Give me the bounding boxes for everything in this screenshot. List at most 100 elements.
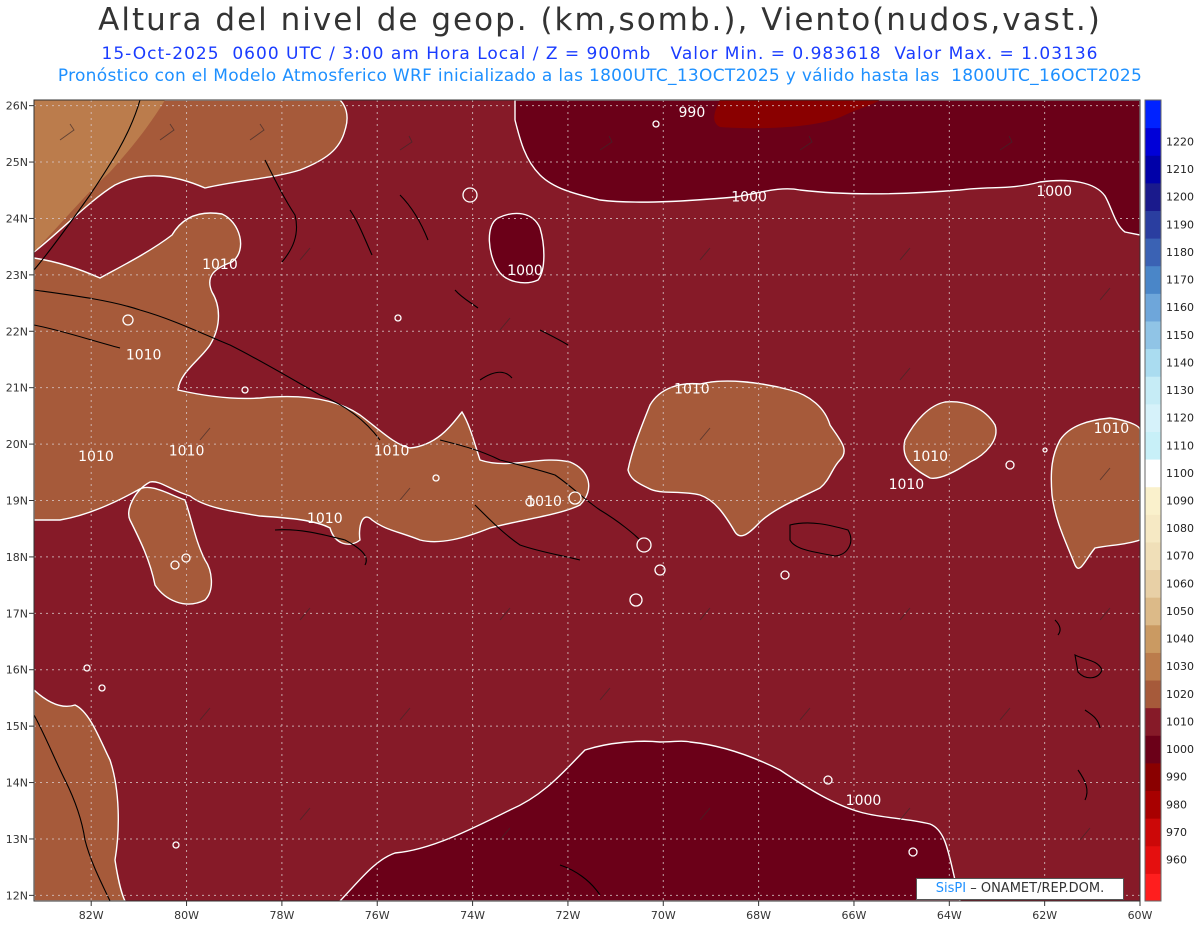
lat-tick-label: 20N xyxy=(6,438,28,451)
lon-tick-label: 74W xyxy=(460,909,485,922)
colorbar-label: 1140 xyxy=(1166,356,1194,369)
colorbar-label: 1110 xyxy=(1166,439,1194,452)
lat-tick-label: 25N xyxy=(6,156,28,169)
colorbar-label: 1210 xyxy=(1166,163,1194,176)
lon-tick-label: 82W xyxy=(79,909,104,922)
colorbar-swatch xyxy=(1145,597,1161,626)
contour-label: 1010 xyxy=(126,347,162,363)
colorbar-label: 1180 xyxy=(1166,246,1194,259)
colorbar-swatch xyxy=(1145,514,1161,543)
contour-label: 1000 xyxy=(846,793,882,809)
credit-text: – ONAMET/REP.DOM. xyxy=(966,881,1105,896)
colorbar-swatch xyxy=(1145,238,1161,267)
colorbar-swatch xyxy=(1145,459,1161,488)
colorbar-swatch xyxy=(1145,680,1161,709)
lat-tick-label: 16N xyxy=(6,664,28,677)
colorbar-swatch xyxy=(1145,873,1161,902)
colorbar-swatch xyxy=(1145,155,1161,184)
colorbar-swatch xyxy=(1145,845,1161,874)
colorbar-label: 1130 xyxy=(1166,384,1194,397)
colorbar-label: 1050 xyxy=(1166,605,1194,618)
lat-tick-label: 24N xyxy=(6,212,28,225)
lat-tick-label: 14N xyxy=(6,777,28,790)
lat-tick-label: 21N xyxy=(6,382,28,395)
colorbar-label: 1010 xyxy=(1166,715,1194,728)
colorbar-label: 1080 xyxy=(1166,522,1194,535)
colorbar-swatch xyxy=(1145,818,1161,847)
colorbar-swatch xyxy=(1145,403,1161,432)
latitude-axis: 26N 25N 24N 23N 22N 21N 20N 19N 18N 17N 16N 15N 14N 1… xyxy=(6,100,34,902)
lon-tick-label: 72W xyxy=(555,909,580,922)
colorbar-label: 990 xyxy=(1166,771,1187,784)
contour-label: 1010 xyxy=(374,443,410,459)
lon-tick-label: 80W xyxy=(174,909,199,922)
colorbar-swatch xyxy=(1145,182,1161,211)
colorbar-label: 980 xyxy=(1166,798,1187,811)
colorbar-swatch xyxy=(1145,127,1161,156)
colorbar-swatch xyxy=(1145,376,1161,405)
colorbar-swatch xyxy=(1145,100,1161,129)
colorbar-label: 1020 xyxy=(1166,688,1194,701)
colorbar-swatch xyxy=(1145,735,1161,764)
contour-label: 1000 xyxy=(507,263,543,279)
lat-tick-label: 12N xyxy=(6,889,28,902)
colorbar-swatch xyxy=(1145,624,1161,653)
contour-label: 1010 xyxy=(78,449,114,465)
contour-label: 1010 xyxy=(674,381,710,397)
lon-tick-label: 60W xyxy=(1128,909,1153,922)
lon-tick-label: 68W xyxy=(746,909,771,922)
contour-label: 1010 xyxy=(889,477,925,493)
colorbar-label: 1190 xyxy=(1166,218,1194,231)
colorbar-swatch xyxy=(1145,486,1161,515)
colorbar-label: 1200 xyxy=(1166,191,1194,204)
colorbar-swatch xyxy=(1145,293,1161,322)
contour-label: 1010 xyxy=(202,257,238,273)
colorbar-label: 1220 xyxy=(1166,135,1194,148)
lat-tick-label: 15N xyxy=(6,720,28,733)
lat-tick-label: 17N xyxy=(6,607,28,620)
colorbar-label: 1030 xyxy=(1166,660,1194,673)
colorbar-swatch xyxy=(1145,348,1161,377)
longitude-axis: 82W 80W 78W 76W 74W 72W 70W 68W 66W 64W 62W 60W xyxy=(79,901,1153,922)
colorbar-label: 1060 xyxy=(1166,577,1194,590)
contour-label: 1000 xyxy=(731,190,767,206)
lon-tick-label: 78W xyxy=(269,909,294,922)
lat-tick-label: 13N xyxy=(6,833,28,846)
contour-label: 1010 xyxy=(912,449,948,465)
lat-tick-label: 19N xyxy=(6,495,28,508)
colorbar-label: 1070 xyxy=(1166,550,1194,563)
colorbar-label: 1100 xyxy=(1166,467,1194,480)
lat-tick-label: 23N xyxy=(6,269,28,282)
colorbar-swatch xyxy=(1145,652,1161,681)
lat-tick-label: 18N xyxy=(6,551,28,564)
contour-label: 1010 xyxy=(307,511,343,527)
lon-tick-label: 64W xyxy=(937,909,962,922)
colorbar-swatch xyxy=(1145,265,1161,294)
lon-tick-label: 66W xyxy=(842,909,867,922)
colorbar: 960 970 980 990 1000 1010 1020 1030 1040 1050 1060… xyxy=(1144,99,1194,902)
contour-label: 1010 xyxy=(169,443,205,459)
colorbar-label: 1040 xyxy=(1166,633,1194,646)
lon-tick-label: 62W xyxy=(1032,909,1057,922)
lat-tick-label: 26N xyxy=(6,100,28,113)
colorbar-swatch xyxy=(1145,707,1161,736)
colorbar-swatch xyxy=(1145,320,1161,350)
geopotential-map: 990 1000 1000 1000 1010 1010 1010 1010 1010 1010 1… xyxy=(6,99,1194,922)
contour-label: 1000 xyxy=(1036,184,1072,200)
lon-tick-label: 70W xyxy=(651,909,676,922)
lat-tick-label: 22N xyxy=(6,325,28,338)
lon-tick-label: 76W xyxy=(365,909,390,922)
colorbar-label: 1090 xyxy=(1166,495,1194,508)
credit-box: SisPI – ONAMET/REP.DOM. xyxy=(916,878,1124,900)
colorbar-swatch xyxy=(1145,210,1161,239)
colorbar-swatch xyxy=(1145,569,1161,598)
colorbar-label: 1150 xyxy=(1166,329,1194,342)
colorbar-label: 970 xyxy=(1166,826,1187,839)
colorbar-label: 1120 xyxy=(1166,412,1194,425)
colorbar-swatch xyxy=(1145,762,1161,792)
credit-brand: SisPI xyxy=(935,881,967,896)
colorbar-swatch xyxy=(1145,790,1161,819)
contour-label: 990 xyxy=(679,105,706,121)
contour-label: 1010 xyxy=(1094,421,1130,437)
colorbar-label: 1160 xyxy=(1166,301,1194,314)
